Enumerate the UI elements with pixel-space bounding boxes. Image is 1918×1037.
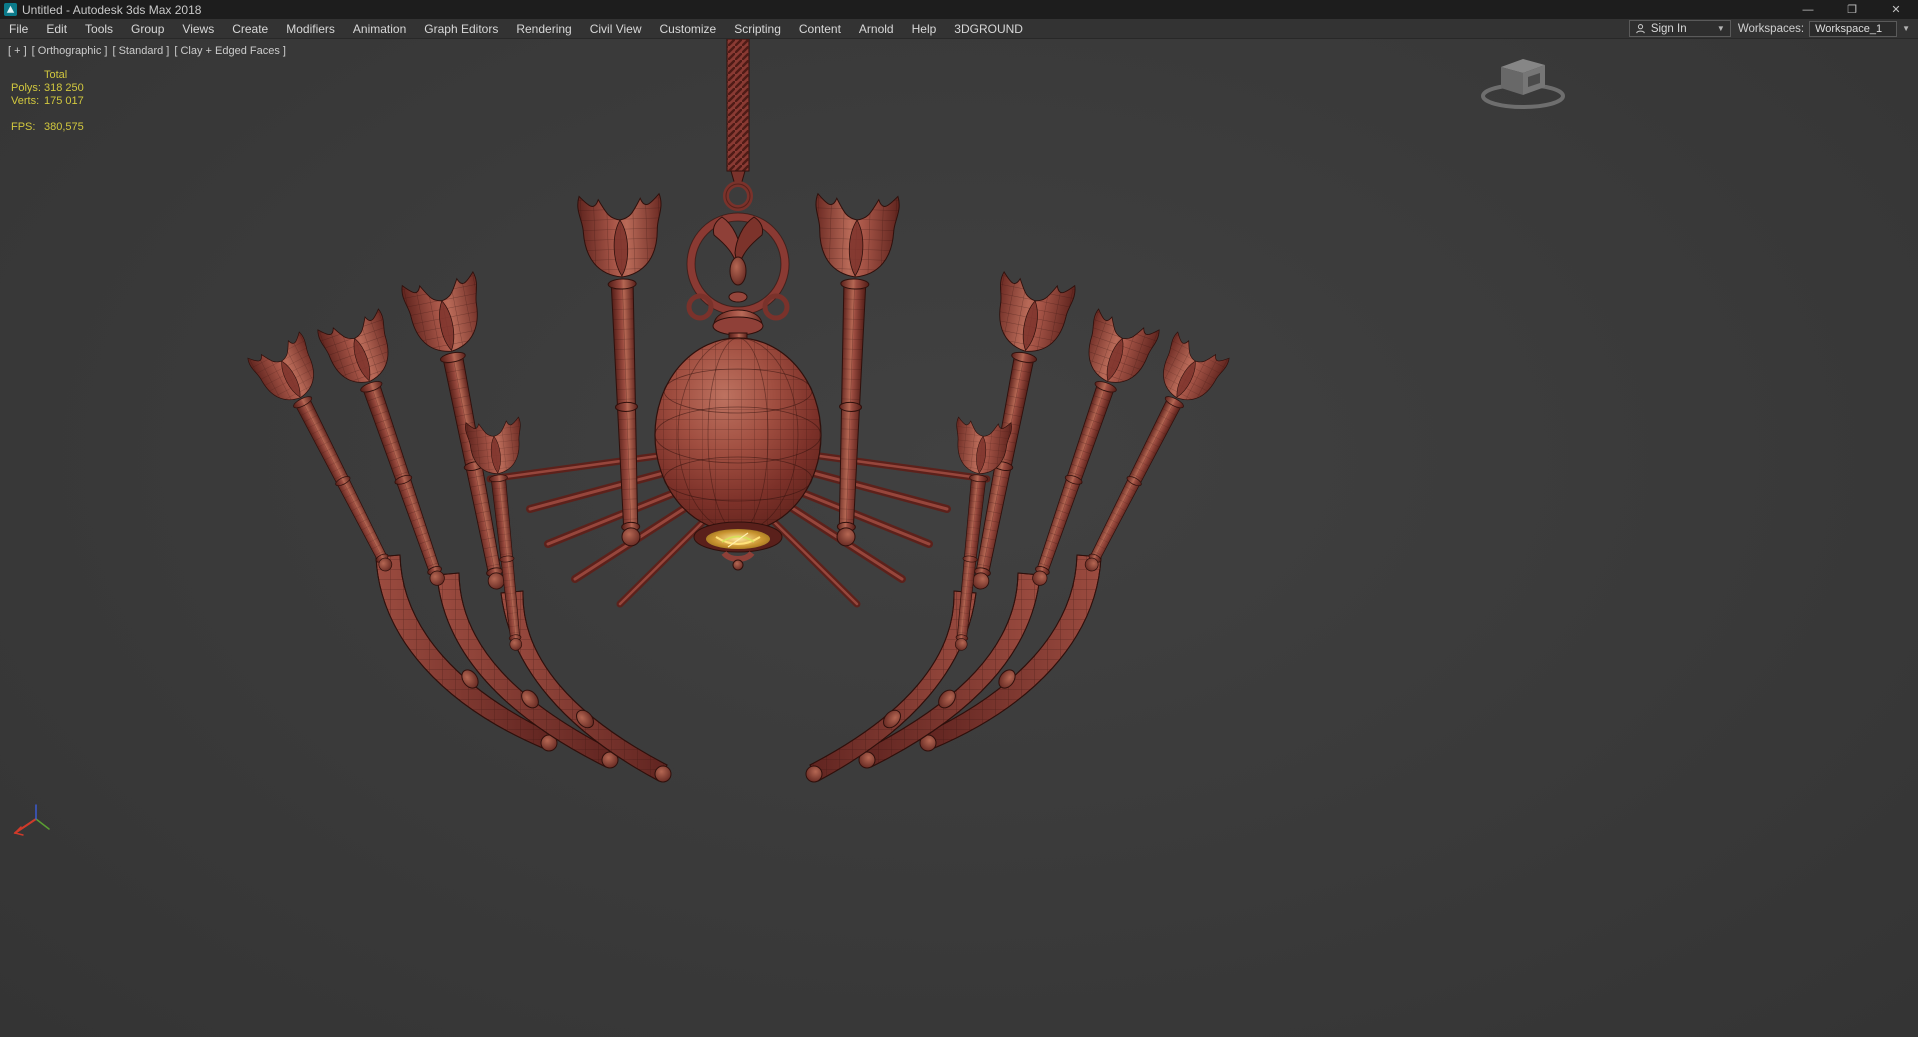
- fps-label: FPS:: [11, 121, 36, 133]
- menu-item[interactable]: File: [0, 19, 37, 38]
- menu-item[interactable]: Content: [790, 19, 850, 38]
- viewport-label: [ + ] [ Orthographic ] [ Standard ] [ Clay …: [8, 45, 286, 57]
- window-controls: — ❐ ✕: [1786, 0, 1918, 19]
- statistics-overlay: Total Polys: 318 250 Verts: 175 017 FPS:…: [11, 69, 84, 134]
- menu-item[interactable]: Arnold: [850, 19, 903, 38]
- menu-item[interactable]: Graph Editors: [415, 19, 507, 38]
- menu-item[interactable]: Animation: [344, 19, 415, 38]
- menu-item[interactable]: Edit: [37, 19, 76, 38]
- stats-header-row: Total: [11, 69, 84, 82]
- menubar-right: Sign In ▼ Workspaces: Workspace_1 ▼: [1628, 20, 1918, 37]
- viewport-label-segment[interactable]: [ Clay + Edged Faces ]: [174, 45, 286, 57]
- menu-items: File Edit Tools Group Views Create Modifiers An…: [0, 19, 1032, 38]
- workspace-select[interactable]: Workspace_1: [1809, 20, 1898, 37]
- stats-rows: Polys: 318 250 Verts: 175 017: [11, 82, 84, 108]
- user-icon: [1635, 24, 1645, 34]
- menu-item[interactable]: Tools: [76, 19, 122, 38]
- menu-item[interactable]: Views: [173, 19, 223, 38]
- menu-item[interactable]: Group: [122, 19, 173, 38]
- stats-row: Polys: 318 250: [11, 82, 84, 94]
- viewport-label-segment[interactable]: [ Orthographic ]: [32, 45, 108, 57]
- menu-item[interactable]: Rendering: [507, 19, 580, 38]
- sign-in-label: Sign In: [1650, 22, 1687, 35]
- menu-item[interactable]: 3DGROUND: [945, 19, 1032, 38]
- menu-item[interactable]: Scripting: [725, 19, 790, 38]
- menu-item[interactable]: Modifiers: [277, 19, 344, 38]
- axis-gizmo: [13, 804, 50, 836]
- view-cube[interactable]: [1481, 59, 1565, 109]
- app-icon-3dsmax: [4, 3, 17, 16]
- viewport[interactable]: [ + ] [ Orthographic ] [ Standard ] [ Clay …: [0, 39, 1918, 1037]
- minimize-button[interactable]: —: [1786, 0, 1830, 19]
- close-button[interactable]: ✕: [1874, 0, 1918, 19]
- sign-in-control[interactable]: Sign In ▼: [1628, 20, 1731, 37]
- stats-total-header: Total: [44, 69, 68, 81]
- 3ds-max-window: Untitled - Autodesk 3ds Max 2018 — ❐ ✕ F…: [0, 0, 1918, 1037]
- window-title: Untitled - Autodesk 3ds Max 2018: [22, 2, 202, 17]
- viewport-canvas[interactable]: [0, 39, 1918, 1037]
- fps-row: FPS: 380,575: [11, 121, 84, 134]
- workspace-caret-icon[interactable]: ▼: [1902, 24, 1910, 33]
- workspace-value: Workspace_1: [1815, 22, 1883, 35]
- chandelier-center: [654, 39, 822, 571]
- restore-button[interactable]: ❐: [1830, 0, 1874, 19]
- chevron-down-icon: ▼: [1716, 23, 1725, 33]
- menubar: File Edit Tools Group Views Create Modifiers An…: [0, 19, 1918, 39]
- workspaces-label: Workspaces:: [1737, 22, 1805, 35]
- menu-item[interactable]: Civil View: [581, 19, 651, 38]
- titlebar: Untitled - Autodesk 3ds Max 2018 — ❐ ✕: [0, 0, 1918, 19]
- chandelier-model[interactable]: [247, 39, 1230, 782]
- viewport-label-segment[interactable]: [ Standard ]: [112, 45, 169, 57]
- workspaces-control: Workspaces: Workspace_1 ▼: [1737, 20, 1910, 37]
- menu-item[interactable]: Create: [223, 19, 277, 38]
- menu-item[interactable]: Help: [903, 19, 946, 38]
- menu-item[interactable]: Customize: [651, 19, 726, 38]
- viewport-label-segment[interactable]: [ + ]: [8, 45, 27, 57]
- stats-row: Verts: 175 017: [11, 95, 84, 107]
- fps-value: 380,575: [44, 121, 84, 133]
